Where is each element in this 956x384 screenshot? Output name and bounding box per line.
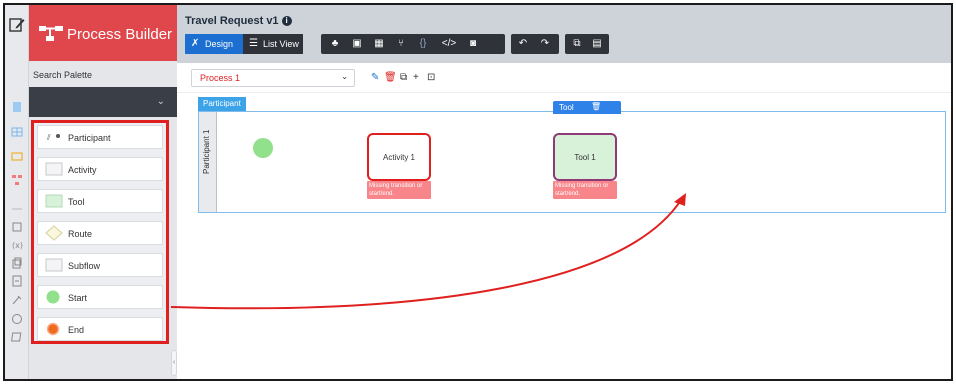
annotation-arrow xyxy=(170,193,686,310)
app-window: (x) Process Builder Search Palette ⌄ ⫽ P… xyxy=(3,3,953,381)
